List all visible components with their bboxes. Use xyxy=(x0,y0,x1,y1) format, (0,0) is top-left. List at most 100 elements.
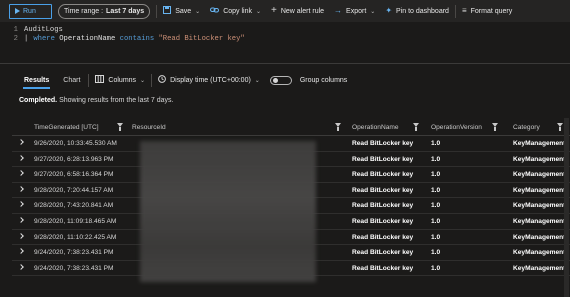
column-header-label: ResourceId xyxy=(132,123,166,131)
status-text: Showing results from the last 7 days. xyxy=(57,97,174,104)
tab-results[interactable]: Results xyxy=(22,70,51,90)
cell-time: 9/28/2020, 7:20:44.157 AM xyxy=(34,186,114,194)
export-label: Export xyxy=(346,7,367,15)
cell-version: 1.0 xyxy=(431,202,441,210)
cell-operation: Read BitLocker key xyxy=(352,155,414,163)
cell-category: KeyManagement xyxy=(513,140,566,147)
group-columns-toggle[interactable]: Group columns xyxy=(269,75,348,85)
cell-category: KeyManagement xyxy=(513,155,566,163)
time-range-button[interactable]: Time range : Last 7 days xyxy=(58,3,151,19)
run-label: Run xyxy=(23,7,36,15)
export-icon: → xyxy=(334,6,343,15)
pipe-operator: | xyxy=(24,35,29,43)
save-button[interactable]: Save ⌄ xyxy=(163,6,200,16)
cell-operation: Read BitLocker key xyxy=(352,217,414,225)
query-editor[interactable]: 1 AuditLogs 2 | where OperationName cont… xyxy=(0,22,570,62)
pin-label: Pin to dashboard xyxy=(396,7,449,15)
string-literal: "Read BitLocker key" xyxy=(158,35,245,43)
column-header-operationname[interactable]: OperationName xyxy=(352,118,399,136)
export-button[interactable]: → Export ⌄ xyxy=(334,7,375,15)
expand-row-icon[interactable] xyxy=(18,232,24,239)
column-header-category[interactable]: Category xyxy=(513,118,540,136)
expand-row-icon[interactable] xyxy=(18,263,24,270)
columns-button[interactable]: Columns ⌄ xyxy=(95,75,145,85)
expand-row-icon[interactable] xyxy=(18,201,24,208)
toolbar-divider xyxy=(454,4,456,18)
plus-icon: + xyxy=(271,5,277,16)
pin-icon: ✦ xyxy=(385,6,393,15)
cell-operation: Read BitLocker key xyxy=(352,233,414,241)
cell-version: 1.0 xyxy=(431,264,441,272)
column-header-timegenerated[interactable]: TimeGenerated [UTC] xyxy=(34,118,99,136)
format-query-button[interactable]: ≡ Format query xyxy=(462,7,512,15)
column-identifier: OperationName xyxy=(59,35,116,43)
expand-row-icon[interactable] xyxy=(18,217,24,223)
results-divider xyxy=(88,73,90,87)
link-icon xyxy=(210,6,220,16)
pin-to-dashboard-button[interactable]: ✦ Pin to dashboard xyxy=(385,7,449,15)
status-bold: Completed. xyxy=(19,97,58,104)
copy-link-button[interactable]: Copy link ⌄ xyxy=(210,6,261,16)
clock-icon xyxy=(158,75,166,85)
cell-category: KeyManagement xyxy=(513,202,566,210)
cell-version: 1.0 xyxy=(431,171,441,179)
cell-version: 1.0 xyxy=(431,140,441,147)
column-header-label: OperationVersion xyxy=(431,123,482,131)
cell-time: 9/28/2020, 7:43:20.841 AM xyxy=(34,202,114,210)
tab-chart[interactable]: Chart xyxy=(63,70,80,90)
format-icon: ≡ xyxy=(461,6,467,15)
chevron-down-icon: ⌄ xyxy=(255,8,262,15)
expand-row-icon[interactable] xyxy=(18,154,24,161)
contains-keyword: contains xyxy=(119,35,155,43)
tab-results-label: Results xyxy=(24,76,50,84)
format-query-label: Format query xyxy=(470,7,513,15)
cell-version: 1.0 xyxy=(431,186,441,194)
table-header: TimeGenerated [UTC] ResourceId Operation… xyxy=(12,118,570,136)
cell-version: 1.0 xyxy=(431,155,441,163)
time-range-value: Last 7 days xyxy=(106,7,145,15)
column-header-label: TimeGenerated [UTC] xyxy=(34,123,99,131)
copy-link-label: Copy link xyxy=(223,7,252,15)
cell-operation: Read BitLocker key xyxy=(352,140,414,147)
cell-version: 1.0 xyxy=(431,249,441,257)
cell-time: 9/27/2020, 6:28:13.963 PM xyxy=(34,155,114,163)
chevron-down-icon: ⌄ xyxy=(195,8,201,15)
filter-icon[interactable] xyxy=(117,123,123,131)
column-header-operationversion[interactable]: OperationVersion xyxy=(431,118,482,136)
editor-line-2: 2 | where OperationName contains "Read B… xyxy=(0,34,245,44)
group-columns-label: Group columns xyxy=(299,76,348,84)
display-time-button[interactable]: Display time (UTC+00:00) ⌄ xyxy=(158,75,260,85)
cell-version: 1.0 xyxy=(431,233,441,241)
cell-category: KeyManagement xyxy=(513,233,566,241)
cell-category: KeyManagement xyxy=(513,186,566,194)
filter-icon[interactable] xyxy=(557,123,563,131)
tab-chart-label: Chart xyxy=(63,76,81,84)
cell-version: 1.0 xyxy=(431,217,441,225)
toggle-switch[interactable] xyxy=(269,75,292,85)
cell-category: KeyManagement xyxy=(513,171,566,179)
expand-row-icon[interactable] xyxy=(18,185,24,192)
run-button[interactable]: Run xyxy=(9,3,52,19)
line-number: 2 xyxy=(13,35,18,43)
display-time-label: Display time (UTC+00:00) xyxy=(170,76,251,84)
expand-row-icon[interactable] xyxy=(18,248,24,254)
time-range-label: Time range : xyxy=(64,7,104,15)
columns-label: Columns xyxy=(108,76,137,84)
chevron-down-icon: ⌄ xyxy=(140,77,146,84)
cell-operation: Read BitLocker key xyxy=(352,249,414,257)
filter-icon[interactable] xyxy=(492,123,498,131)
results-bar: Results Chart Columns ⌄ Display time (UT… xyxy=(0,70,570,90)
cell-category: KeyManagement xyxy=(513,249,566,257)
cell-time: 9/26/2020, 10:33:45.530 AM xyxy=(34,140,117,147)
new-alert-rule-button[interactable]: + New alert rule xyxy=(271,6,324,16)
play-icon xyxy=(15,8,20,14)
cell-time: 9/24/2020, 7:38:23.431 PM xyxy=(34,264,114,272)
expand-row-icon[interactable] xyxy=(18,170,24,177)
status-message: Completed. Showing results from the last… xyxy=(19,97,173,104)
chevron-down-icon: ⌄ xyxy=(370,8,376,15)
vertical-scrollbar[interactable] xyxy=(564,118,569,297)
filter-icon[interactable] xyxy=(413,123,419,131)
column-header-resourceid[interactable]: ResourceId xyxy=(132,118,166,136)
expand-row-icon[interactable] xyxy=(18,139,24,145)
filter-icon[interactable] xyxy=(335,123,341,131)
